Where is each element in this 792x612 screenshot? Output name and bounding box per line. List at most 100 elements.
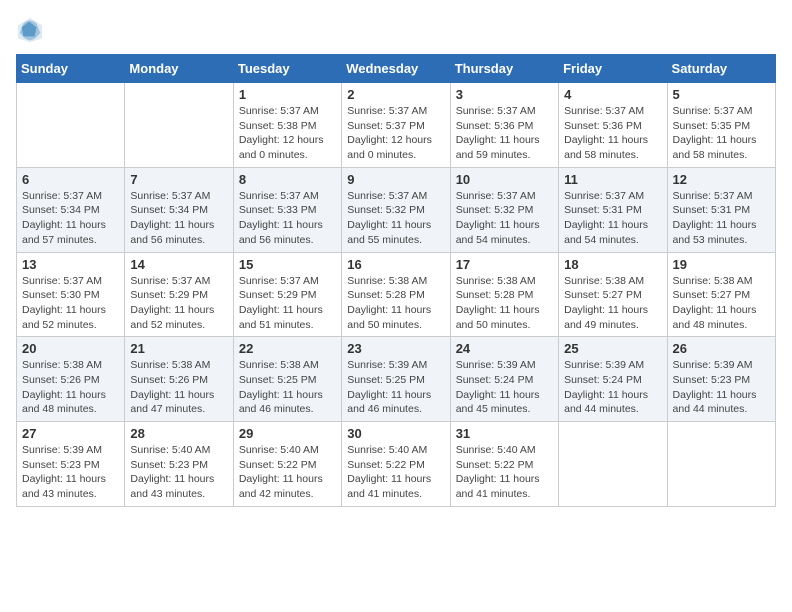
day-number: 10 <box>456 172 553 187</box>
day-info: Sunrise: 5:37 AM Sunset: 5:34 PM Dayligh… <box>22 189 119 248</box>
day-info: Sunrise: 5:37 AM Sunset: 5:37 PM Dayligh… <box>347 104 444 163</box>
header-row: SundayMondayTuesdayWednesdayThursdayFrid… <box>17 55 776 83</box>
day-info: Sunrise: 5:39 AM Sunset: 5:23 PM Dayligh… <box>22 443 119 502</box>
day-cell: 29 Sunrise: 5:40 AM Sunset: 5:22 PM Dayli… <box>233 422 341 507</box>
day-number: 24 <box>456 341 553 356</box>
day-number: 1 <box>239 87 336 102</box>
logo <box>16 16 48 44</box>
day-number: 23 <box>347 341 444 356</box>
day-number: 5 <box>673 87 770 102</box>
column-header-sunday: Sunday <box>17 55 125 83</box>
day-info: Sunrise: 5:40 AM Sunset: 5:22 PM Dayligh… <box>347 443 444 502</box>
column-header-wednesday: Wednesday <box>342 55 450 83</box>
day-cell: 25 Sunrise: 5:39 AM Sunset: 5:24 PM Dayli… <box>559 337 667 422</box>
week-row-2: 6 Sunrise: 5:37 AM Sunset: 5:34 PM Daylig… <box>17 167 776 252</box>
day-info: Sunrise: 5:37 AM Sunset: 5:35 PM Dayligh… <box>673 104 770 163</box>
day-number: 30 <box>347 426 444 441</box>
day-info: Sunrise: 5:39 AM Sunset: 5:24 PM Dayligh… <box>564 358 661 417</box>
day-info: Sunrise: 5:37 AM Sunset: 5:32 PM Dayligh… <box>456 189 553 248</box>
day-info: Sunrise: 5:39 AM Sunset: 5:24 PM Dayligh… <box>456 358 553 417</box>
day-number: 21 <box>130 341 227 356</box>
column-header-saturday: Saturday <box>667 55 775 83</box>
day-number: 8 <box>239 172 336 187</box>
day-cell: 24 Sunrise: 5:39 AM Sunset: 5:24 PM Dayli… <box>450 337 558 422</box>
day-cell: 7Sunrise: 5:37 AM Sunset: 5:34 PM Daylig… <box>125 167 233 252</box>
day-number: 11 <box>564 172 661 187</box>
day-number: 27 <box>22 426 119 441</box>
day-info: Sunrise: 5:37 AM Sunset: 5:29 PM Dayligh… <box>239 274 336 333</box>
day-cell: 8 Sunrise: 5:37 AM Sunset: 5:33 PM Daylig… <box>233 167 341 252</box>
day-info: Sunrise: 5:40 AM Sunset: 5:22 PM Dayligh… <box>239 443 336 502</box>
day-cell: 13 Sunrise: 5:37 AM Sunset: 5:30 PM Dayli… <box>17 252 125 337</box>
day-number: 15 <box>239 257 336 272</box>
day-cell: 9 Sunrise: 5:37 AM Sunset: 5:32 PM Daylig… <box>342 167 450 252</box>
day-info: Sunrise: 5:37 AM Sunset: 5:36 PM Dayligh… <box>456 104 553 163</box>
day-cell <box>667 422 775 507</box>
week-row-1: 1Sunrise: 5:37 AM Sunset: 5:38 PM Daylig… <box>17 83 776 168</box>
day-cell: 16 Sunrise: 5:38 AM Sunset: 5:28 PM Dayli… <box>342 252 450 337</box>
day-cell: 22 Sunrise: 5:38 AM Sunset: 5:25 PM Dayli… <box>233 337 341 422</box>
column-header-friday: Friday <box>559 55 667 83</box>
page-header <box>16 16 776 44</box>
day-info: Sunrise: 5:38 AM Sunset: 5:26 PM Dayligh… <box>130 358 227 417</box>
day-cell <box>125 83 233 168</box>
day-cell: 10 Sunrise: 5:37 AM Sunset: 5:32 PM Dayli… <box>450 167 558 252</box>
logo-icon <box>16 16 44 44</box>
day-cell: 11 Sunrise: 5:37 AM Sunset: 5:31 PM Dayli… <box>559 167 667 252</box>
column-header-tuesday: Tuesday <box>233 55 341 83</box>
day-number: 19 <box>673 257 770 272</box>
column-header-monday: Monday <box>125 55 233 83</box>
day-cell: 12Sunrise: 5:37 AM Sunset: 5:31 PM Dayli… <box>667 167 775 252</box>
week-row-5: 27 Sunrise: 5:39 AM Sunset: 5:23 PM Dayli… <box>17 422 776 507</box>
day-cell: 18Sunrise: 5:38 AM Sunset: 5:27 PM Dayli… <box>559 252 667 337</box>
day-number: 17 <box>456 257 553 272</box>
day-cell: 30 Sunrise: 5:40 AM Sunset: 5:22 PM Dayli… <box>342 422 450 507</box>
day-cell: 3 Sunrise: 5:37 AM Sunset: 5:36 PM Daylig… <box>450 83 558 168</box>
day-cell: 15 Sunrise: 5:37 AM Sunset: 5:29 PM Dayli… <box>233 252 341 337</box>
day-cell: 21 Sunrise: 5:38 AM Sunset: 5:26 PM Dayli… <box>125 337 233 422</box>
day-cell: 14 Sunrise: 5:37 AM Sunset: 5:29 PM Dayli… <box>125 252 233 337</box>
day-number: 18 <box>564 257 661 272</box>
day-info: Sunrise: 5:37 AM Sunset: 5:30 PM Dayligh… <box>22 274 119 333</box>
day-number: 29 <box>239 426 336 441</box>
day-number: 9 <box>347 172 444 187</box>
day-number: 14 <box>130 257 227 272</box>
week-row-3: 13 Sunrise: 5:37 AM Sunset: 5:30 PM Dayli… <box>17 252 776 337</box>
day-info: Sunrise: 5:38 AM Sunset: 5:27 PM Dayligh… <box>673 274 770 333</box>
day-cell <box>17 83 125 168</box>
day-number: 20 <box>22 341 119 356</box>
day-info: Sunrise: 5:37 AM Sunset: 5:33 PM Dayligh… <box>239 189 336 248</box>
day-number: 16 <box>347 257 444 272</box>
day-number: 22 <box>239 341 336 356</box>
day-number: 4 <box>564 87 661 102</box>
day-info: Sunrise: 5:37 AM Sunset: 5:29 PM Dayligh… <box>130 274 227 333</box>
day-info: Sunrise: 5:38 AM Sunset: 5:25 PM Dayligh… <box>239 358 336 417</box>
day-number: 31 <box>456 426 553 441</box>
day-info: Sunrise: 5:38 AM Sunset: 5:28 PM Dayligh… <box>347 274 444 333</box>
day-info: Sunrise: 5:40 AM Sunset: 5:23 PM Dayligh… <box>130 443 227 502</box>
day-cell: 19 Sunrise: 5:38 AM Sunset: 5:27 PM Dayli… <box>667 252 775 337</box>
day-number: 7 <box>130 172 227 187</box>
day-number: 28 <box>130 426 227 441</box>
day-number: 25 <box>564 341 661 356</box>
day-info: Sunrise: 5:39 AM Sunset: 5:25 PM Dayligh… <box>347 358 444 417</box>
day-info: Sunrise: 5:40 AM Sunset: 5:22 PM Dayligh… <box>456 443 553 502</box>
week-row-4: 20 Sunrise: 5:38 AM Sunset: 5:26 PM Dayli… <box>17 337 776 422</box>
day-info: Sunrise: 5:38 AM Sunset: 5:28 PM Dayligh… <box>456 274 553 333</box>
day-cell: 2 Sunrise: 5:37 AM Sunset: 5:37 PM Daylig… <box>342 83 450 168</box>
day-number: 2 <box>347 87 444 102</box>
day-cell: 26 Sunrise: 5:39 AM Sunset: 5:23 PM Dayli… <box>667 337 775 422</box>
day-info: Sunrise: 5:39 AM Sunset: 5:23 PM Dayligh… <box>673 358 770 417</box>
day-number: 26 <box>673 341 770 356</box>
day-number: 13 <box>22 257 119 272</box>
day-number: 3 <box>456 87 553 102</box>
column-header-thursday: Thursday <box>450 55 558 83</box>
calendar-table: SundayMondayTuesdayWednesdayThursdayFrid… <box>16 54 776 507</box>
day-number: 6 <box>22 172 119 187</box>
day-info: Sunrise: 5:38 AM Sunset: 5:26 PM Dayligh… <box>22 358 119 417</box>
day-cell: 28 Sunrise: 5:40 AM Sunset: 5:23 PM Dayli… <box>125 422 233 507</box>
day-cell: 17 Sunrise: 5:38 AM Sunset: 5:28 PM Dayli… <box>450 252 558 337</box>
day-cell <box>559 422 667 507</box>
day-info: Sunrise: 5:37 AM Sunset: 5:32 PM Dayligh… <box>347 189 444 248</box>
day-info: Sunrise: 5:37 AM Sunset: 5:31 PM Dayligh… <box>564 189 661 248</box>
